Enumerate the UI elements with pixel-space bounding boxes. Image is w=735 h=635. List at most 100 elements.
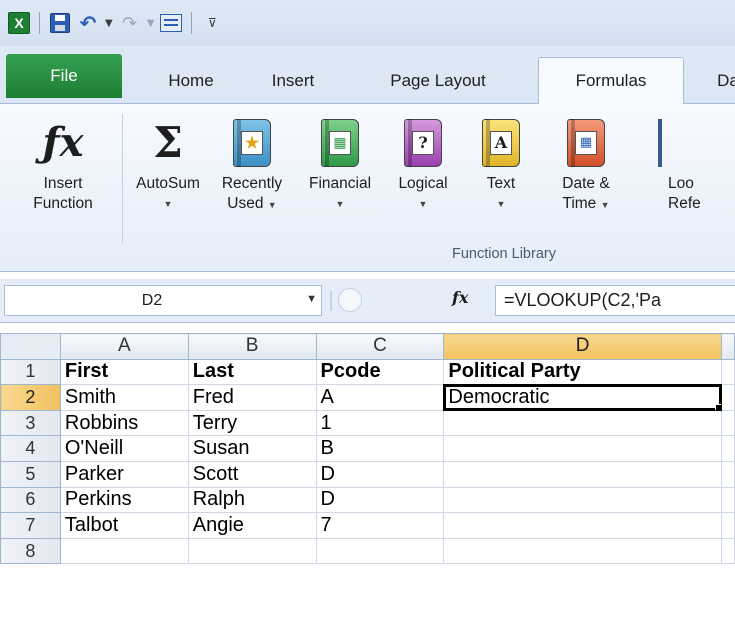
cell-d6[interactable]: [443, 486, 722, 514]
column-header-b[interactable]: B: [187, 333, 317, 360]
cell-d4[interactable]: [443, 435, 722, 462]
cell-a1[interactable]: First: [59, 358, 189, 386]
date-time-button[interactable]: ▦ Date & Time ▼: [544, 112, 628, 215]
column-header-a[interactable]: A: [59, 333, 189, 360]
cell-c5[interactable]: D: [315, 460, 445, 488]
column-header-e[interactable]: [720, 333, 735, 360]
cell-b1[interactable]: Last: [187, 358, 317, 386]
formula-bar: D2 ▼ fx =VLOOKUP(C2,'Pa: [0, 279, 735, 323]
table-row: 8: [0, 537, 735, 565]
table-row: 3 Robbins Terry 1: [0, 409, 735, 437]
toolbar-divider: [191, 12, 193, 34]
save-icon[interactable]: [49, 12, 71, 34]
column-header-d[interactable]: D: [443, 333, 722, 360]
row-header[interactable]: 1: [0, 358, 61, 386]
recently-used-button[interactable]: ★ Recently Used ▼: [208, 112, 296, 215]
cell-e2[interactable]: [720, 384, 735, 411]
cell-e1[interactable]: [720, 358, 735, 386]
row-header[interactable]: 7: [0, 512, 61, 539]
cell-c3[interactable]: 1: [315, 409, 445, 437]
text-book-icon: A: [482, 112, 520, 174]
lookup-reference-button[interactable]: Loo Refe: [628, 112, 728, 214]
row-header[interactable]: 3: [0, 409, 61, 437]
cell-b8[interactable]: [187, 537, 317, 565]
autosum-label: AutoSum: [136, 175, 200, 192]
cell-d1[interactable]: Political Party: [443, 358, 722, 386]
cell-c8[interactable]: [315, 537, 445, 565]
row-header[interactable]: 2: [0, 384, 61, 411]
cell-d7[interactable]: [443, 512, 722, 539]
cell-e4[interactable]: [720, 435, 735, 462]
cell-c4[interactable]: B: [315, 435, 445, 462]
redo-dropdown-icon[interactable]: ▼: [147, 18, 155, 29]
logical-button[interactable]: ? Logical ▼: [386, 112, 460, 214]
insert-function-fx-icon[interactable]: fx: [452, 288, 468, 307]
text-button[interactable]: A Text ▼: [462, 112, 540, 214]
customize-icon[interactable]: ⊽: [201, 12, 223, 34]
cell-a3[interactable]: Robbins: [59, 409, 189, 437]
tab-formulas[interactable]: Formulas: [538, 57, 684, 104]
date-time-label-1: Date &: [562, 175, 610, 192]
cell-c6[interactable]: D: [315, 486, 445, 514]
insert-function-button[interactable]: ƒx Insert Function: [8, 112, 118, 214]
tab-file[interactable]: File: [6, 54, 122, 98]
tab-home[interactable]: Home: [150, 58, 232, 104]
form-icon[interactable]: [160, 12, 183, 34]
financial-button[interactable]: ▦ Financial ▼: [298, 112, 382, 214]
table-row: 7 Talbot Angie 7: [0, 512, 735, 539]
cell-c7[interactable]: 7: [315, 512, 445, 539]
row-header[interactable]: 4: [0, 435, 61, 462]
cell-a7[interactable]: Talbot: [59, 512, 189, 539]
financial-book-icon: ▦: [321, 112, 359, 174]
cell-a8[interactable]: [59, 537, 189, 565]
cell-a5[interactable]: Parker: [59, 460, 189, 488]
name-box-value: D2: [141, 291, 163, 309]
column-header-c[interactable]: C: [315, 333, 445, 360]
row-header[interactable]: 5: [0, 460, 61, 488]
undo-dropdown-icon[interactable]: ▼: [105, 18, 113, 29]
autosum-button[interactable]: Σ AutoSum ▼: [126, 112, 210, 214]
cell-d5[interactable]: [443, 460, 722, 488]
cell-a4[interactable]: O'Neill: [59, 435, 189, 462]
date-time-book-icon: ▦: [567, 112, 605, 174]
name-box-dropdown-icon[interactable]: ▼: [306, 293, 317, 305]
cell-b7[interactable]: Angie: [187, 512, 317, 539]
cell-b6[interactable]: Ralph: [187, 486, 317, 514]
cancel-entry-icon[interactable]: [338, 288, 362, 312]
cell-d8[interactable]: [443, 537, 722, 565]
cell-e6[interactable]: [720, 486, 735, 514]
cell-c1[interactable]: Pcode: [315, 358, 445, 386]
cell-b2[interactable]: Fred: [187, 384, 317, 411]
tab-page-layout[interactable]: Page Layout: [364, 58, 512, 104]
table-row: 4 O'Neill Susan B: [0, 435, 735, 462]
logical-label: Logical: [398, 175, 448, 192]
recently-used-book-icon: ★: [233, 112, 271, 174]
cell-b5[interactable]: Scott: [187, 460, 317, 488]
name-box[interactable]: D2 ▼: [4, 285, 322, 316]
cell-b3[interactable]: Terry: [187, 409, 317, 437]
row-header[interactable]: 6: [0, 486, 61, 514]
cell-a6[interactable]: Perkins: [59, 486, 189, 514]
financial-dropdown-icon: ▼: [335, 199, 345, 209]
select-all-corner[interactable]: [0, 333, 61, 360]
tab-data[interactable]: Da: [708, 58, 735, 104]
formula-input[interactable]: =VLOOKUP(C2,'Pa: [495, 285, 735, 316]
insert-function-label-2: Function: [33, 195, 93, 212]
logical-book-icon: ?: [404, 112, 442, 174]
cell-d2-selected[interactable]: Democratic: [442, 383, 723, 412]
cell-b4[interactable]: Susan: [187, 435, 317, 462]
cell-c2[interactable]: A: [315, 384, 445, 411]
cell-e5[interactable]: [720, 460, 735, 488]
excel-logo-icon[interactable]: X: [8, 12, 30, 34]
cell-e3[interactable]: [720, 409, 735, 437]
recently-used-label-1: Recently: [221, 175, 283, 192]
tab-insert[interactable]: Insert: [255, 58, 331, 104]
cell-a2[interactable]: Smith: [59, 384, 189, 411]
redo-icon[interactable]: ↷: [119, 12, 141, 34]
undo-icon[interactable]: ↶: [77, 11, 99, 35]
ribbon-tabs: File Home Insert Page Layout Formulas Da: [0, 46, 735, 104]
cell-e8[interactable]: [720, 537, 735, 565]
cell-e7[interactable]: [720, 512, 735, 539]
cell-d3[interactable]: [443, 409, 722, 437]
row-header[interactable]: 8: [0, 537, 61, 565]
